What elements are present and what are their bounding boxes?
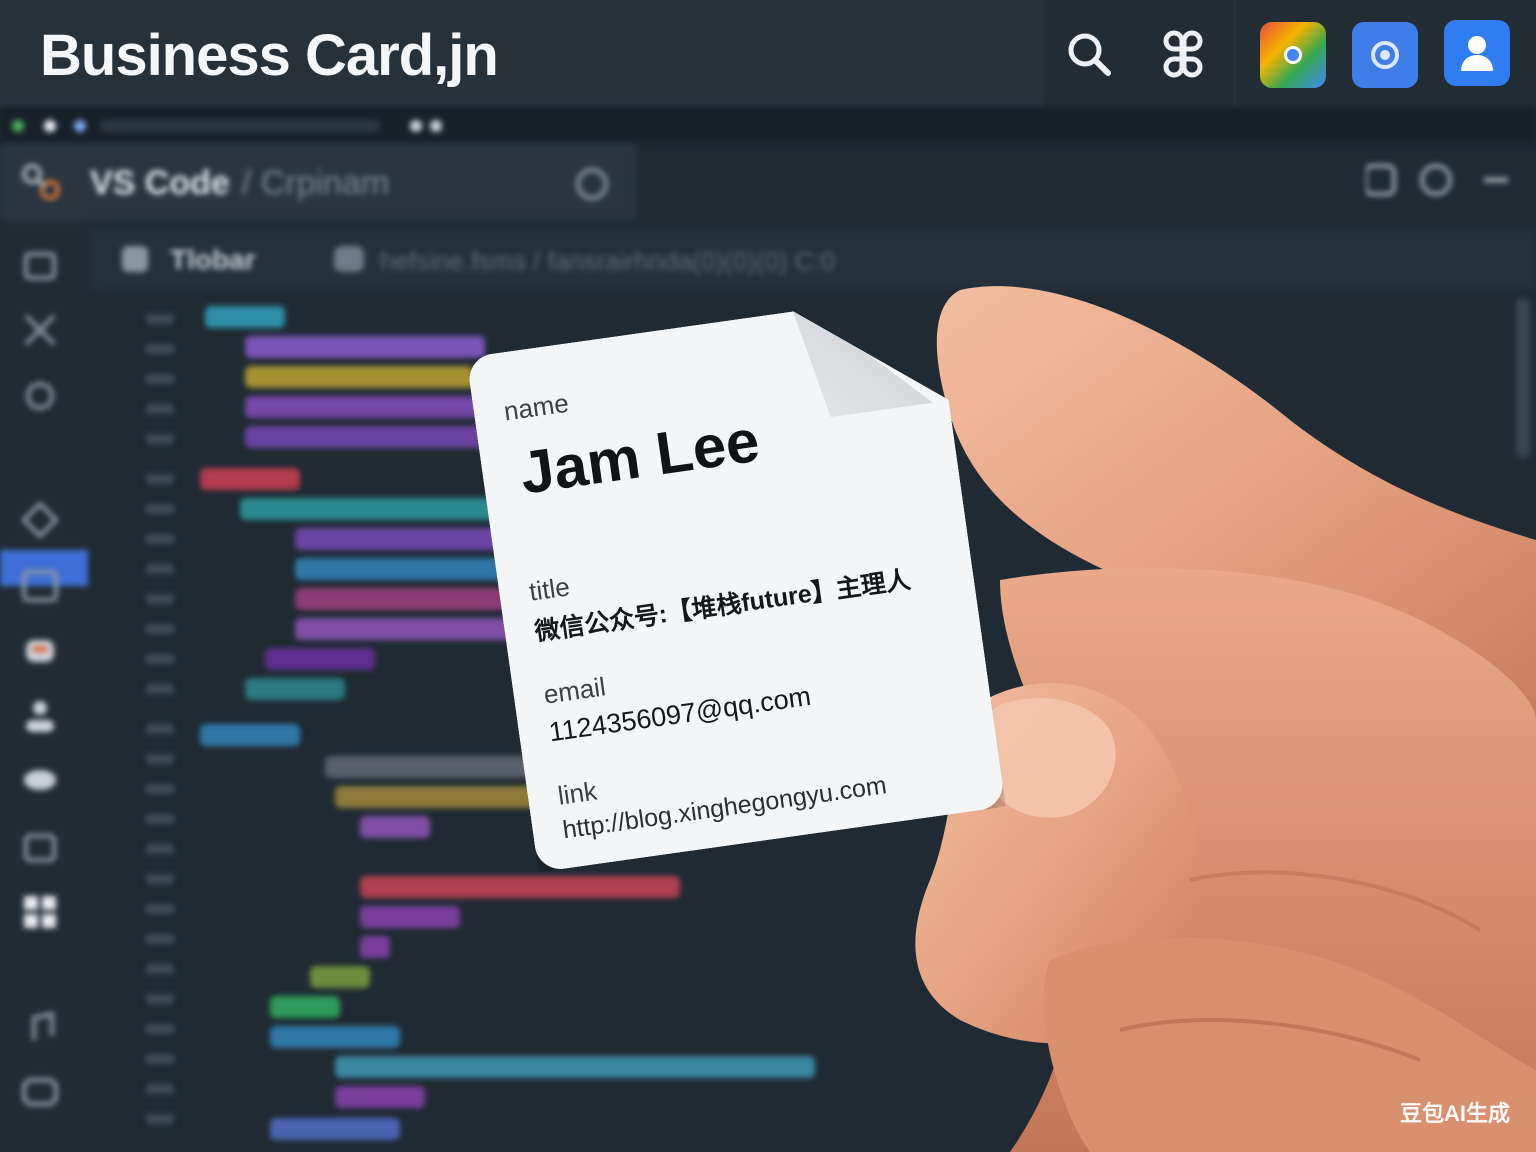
card-link-label: link xyxy=(555,775,599,811)
ai-watermark: 豆包AI生成 xyxy=(1399,1101,1510,1126)
card-title-label: title xyxy=(527,571,572,607)
business-card: name Jam Lee title 微信公众号:【堆栈future】主理人 e… xyxy=(466,292,1006,873)
